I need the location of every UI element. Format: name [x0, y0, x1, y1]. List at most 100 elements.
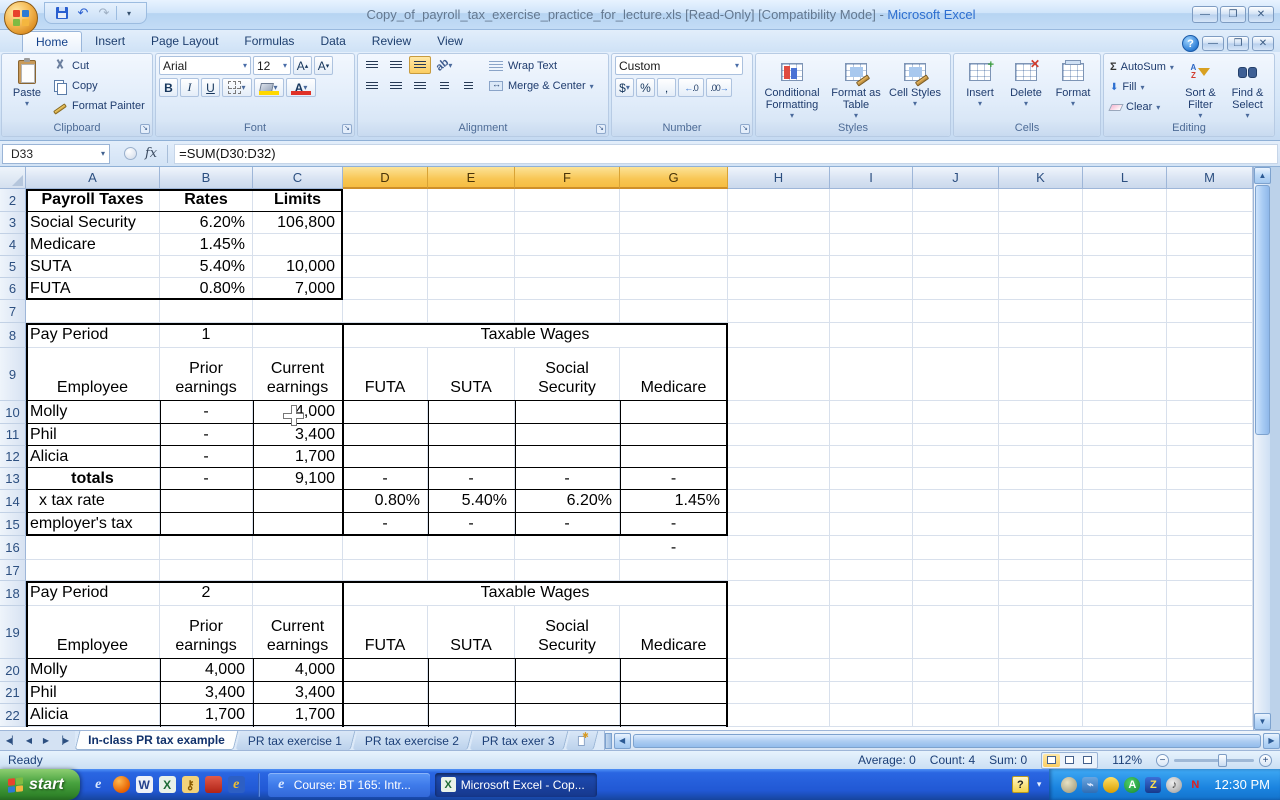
cell-L21[interactable] [1083, 682, 1167, 704]
cell-G10[interactable] [620, 401, 728, 424]
cell-C21[interactable]: 3,400 [253, 682, 343, 704]
column-header-K[interactable]: K [999, 167, 1083, 189]
cell-J15[interactable] [913, 513, 999, 536]
row-header-18[interactable]: 18 [0, 581, 26, 606]
cut-button[interactable]: Cut [49, 56, 148, 76]
cell-A2[interactable]: Payroll Taxes [26, 189, 160, 212]
cell-B18[interactable]: 2 [160, 581, 253, 606]
cell-K15[interactable] [999, 513, 1083, 536]
cell-M19[interactable] [1167, 606, 1253, 659]
cell-D5[interactable] [343, 256, 428, 278]
cell-F15[interactable]: - [515, 513, 620, 536]
cell-B12[interactable]: - [160, 446, 253, 468]
cell-A6[interactable]: FUTA [26, 278, 160, 300]
cell-C16[interactable] [253, 536, 343, 560]
scroll-right-arrow[interactable]: ▶ [1263, 733, 1280, 749]
cell-C20[interactable]: 4,000 [253, 659, 343, 682]
cell-A10[interactable]: Molly [26, 401, 160, 424]
cell-D19[interactable]: FUTA [343, 606, 428, 659]
cell-H20[interactable] [728, 659, 830, 682]
cell-C18[interactable] [253, 581, 343, 606]
tab-page-layout[interactable]: Page Layout [138, 31, 231, 52]
cell-F21[interactable] [515, 682, 620, 704]
cell-D11[interactable] [343, 424, 428, 446]
cell-B15[interactable] [160, 513, 253, 536]
taskbar-window-excel[interactable]: XMicrosoft Excel - Cop... [435, 773, 597, 797]
align-left-button[interactable] [361, 77, 383, 95]
cell-J21[interactable] [913, 682, 999, 704]
cell-I22[interactable] [830, 704, 913, 727]
row-header-7[interactable]: 7 [0, 300, 26, 323]
tab-formulas[interactable]: Formulas [231, 31, 307, 52]
cell-I10[interactable] [830, 401, 913, 424]
zoom-track[interactable] [1174, 759, 1254, 762]
cell-K11[interactable] [999, 424, 1083, 446]
cell-C22[interactable]: 1,700 [253, 704, 343, 727]
cell-I8[interactable] [830, 323, 913, 348]
cell-D8[interactable]: Taxable Wages [343, 323, 728, 348]
cell-H11[interactable] [728, 424, 830, 446]
cell-H13[interactable] [728, 468, 830, 490]
cell-I11[interactable] [830, 424, 913, 446]
format-painter-button[interactable]: Format Painter [49, 96, 148, 116]
font-color-button[interactable]: A▾ [286, 78, 316, 97]
cell-K9[interactable] [999, 348, 1083, 401]
cell-B16[interactable] [160, 536, 253, 560]
tab-data[interactable]: Data [307, 31, 358, 52]
normal-view-button[interactable] [1043, 754, 1060, 767]
cell-I18[interactable] [830, 581, 913, 606]
cell-M3[interactable] [1167, 212, 1253, 234]
clipboard-dialog-launcher[interactable]: ↘ [140, 124, 150, 134]
cell-F12[interactable] [515, 446, 620, 468]
font-size-combo[interactable]: 12▾ [253, 56, 291, 75]
tab-view[interactable]: View [424, 31, 476, 52]
cell-A20[interactable]: Molly [26, 659, 160, 682]
tab-split-handle[interactable] [605, 733, 612, 749]
cell-F19[interactable]: Social Security [515, 606, 620, 659]
row-header-22[interactable]: 22 [0, 704, 26, 727]
scroll-up-arrow[interactable]: ▲ [1254, 167, 1271, 184]
cell-E3[interactable] [428, 212, 515, 234]
cell-C4[interactable] [253, 234, 343, 256]
cell-K13[interactable] [999, 468, 1083, 490]
row-header-21[interactable]: 21 [0, 682, 26, 704]
cell-M18[interactable] [1167, 581, 1253, 606]
quicklaunch-keys-icon[interactable]: ⚷ [182, 776, 199, 793]
fill-button[interactable]: ⬇Fill▾ [1107, 77, 1177, 97]
cell-I5[interactable] [830, 256, 913, 278]
cell-A4[interactable]: Medicare [26, 234, 160, 256]
taskbtn-ie-icon[interactable]: e [274, 777, 289, 792]
cell-L8[interactable] [1083, 323, 1167, 348]
quicklaunch-ie-icon[interactable]: e [90, 776, 107, 793]
cell-C7[interactable] [253, 300, 343, 323]
cell-C12[interactable]: 1,700 [253, 446, 343, 468]
cell-H16[interactable] [728, 536, 830, 560]
scroll-down-arrow[interactable]: ▼ [1254, 713, 1271, 730]
cell-C10[interactable]: 4,000 [253, 401, 343, 424]
qat-customize-button[interactable]: ▾ [120, 4, 138, 22]
cell-G21[interactable] [620, 682, 728, 704]
cell-D20[interactable] [343, 659, 428, 682]
align-center-button[interactable] [385, 77, 407, 95]
cell-D15[interactable]: - [343, 513, 428, 536]
cell-G14[interactable]: 1.45% [620, 490, 728, 513]
cell-J9[interactable] [913, 348, 999, 401]
row-header-19[interactable]: 19 [0, 606, 26, 659]
cell-B9[interactable]: Prior earnings [160, 348, 253, 401]
cell-M2[interactable] [1167, 189, 1253, 212]
cell-K14[interactable] [999, 490, 1083, 513]
cell-A3[interactable]: Social Security [26, 212, 160, 234]
cell-D7[interactable] [343, 300, 428, 323]
cell-G4[interactable] [620, 234, 728, 256]
cell-E17[interactable] [428, 560, 515, 581]
cell-D9[interactable]: FUTA [343, 348, 428, 401]
redo-button[interactable]: ↷ [95, 4, 113, 22]
underline-button[interactable]: U [201, 78, 220, 97]
cell-H12[interactable] [728, 446, 830, 468]
column-header-G[interactable]: G [620, 167, 728, 189]
cell-F7[interactable] [515, 300, 620, 323]
office-button[interactable] [4, 1, 38, 35]
increase-decimal-button[interactable]: ←.0 [678, 78, 704, 97]
cell-C13[interactable]: 9,100 [253, 468, 343, 490]
cell-D16[interactable] [343, 536, 428, 560]
